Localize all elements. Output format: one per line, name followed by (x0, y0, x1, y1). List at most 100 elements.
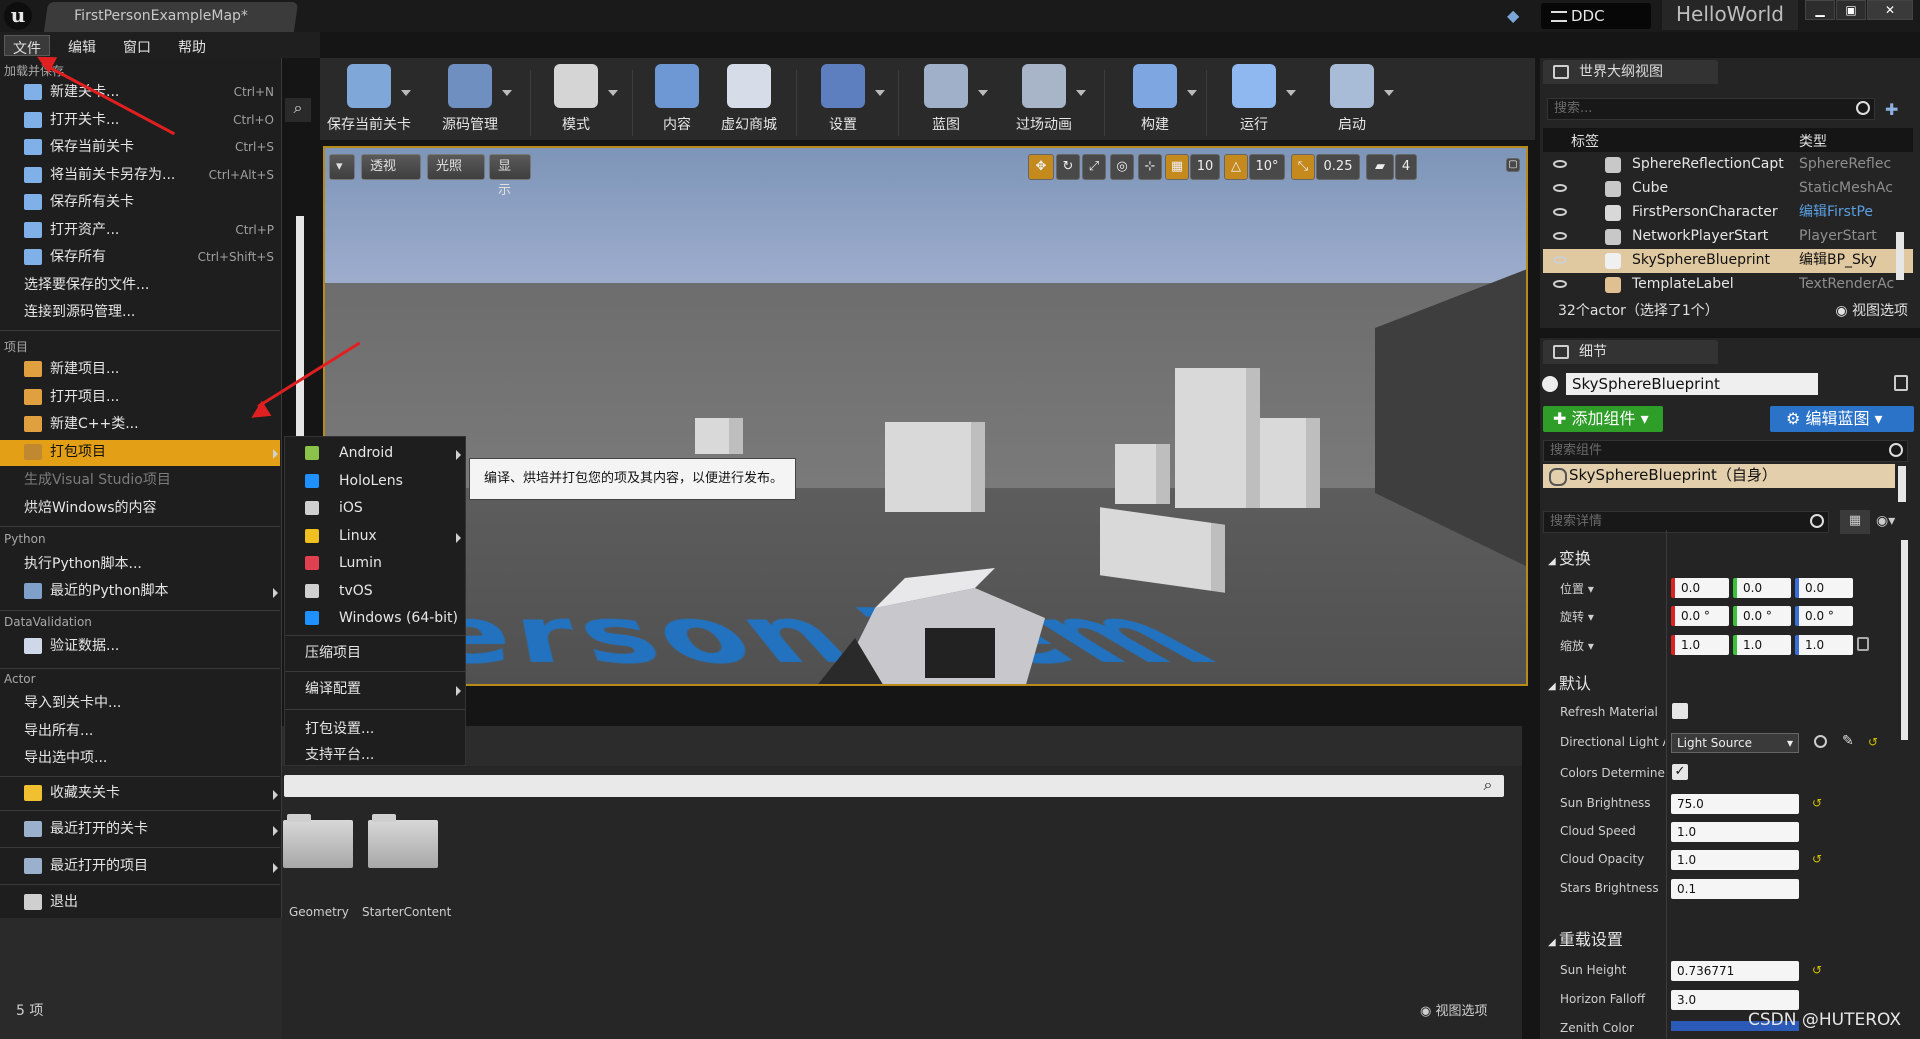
menu-edit[interactable]: 编辑 (60, 35, 104, 56)
menu-item[interactable]: 最近的Python脚本 (0, 579, 280, 605)
menu-item[interactable]: 打开资产... Ctrl+P (0, 218, 280, 244)
actor-name-input[interactable]: SkySphereBlueprint (1566, 373, 1818, 395)
menu-item-packaging-settings[interactable]: 打包设置... (285, 717, 465, 743)
maximize-viewport-icon[interactable]: ▢ (1506, 158, 1520, 172)
menu-item[interactable]: 保存当前关卡 Ctrl+S (0, 135, 280, 161)
property-number-field[interactable]: 1.0 (1671, 850, 1799, 870)
level-viewport[interactable]: Person Tem ▾ 透视 光照 显示 ✥ ↻ ⤢ ◎ ⊹ ▦ 10 △ 1… (323, 146, 1528, 686)
menu-item[interactable]: 退出 (0, 890, 280, 916)
scale-tool-icon[interactable]: ⤢ (1082, 154, 1106, 180)
platform-hololens[interactable]: HoloLens (285, 469, 465, 495)
minimize-button[interactable]: ▁ (1805, 0, 1835, 20)
menu-item[interactable]: 最近打开的关卡 (0, 817, 280, 843)
reset-to-default-icon[interactable]: ↺ (1812, 964, 1822, 976)
menu-item[interactable]: 保存所有关卡 (0, 190, 280, 216)
eye-icon[interactable] (1553, 160, 1567, 168)
scale-snap-icon[interactable]: ⤡ (1291, 154, 1315, 180)
viewport-options-button[interactable]: ▾ (329, 154, 355, 180)
details-column-divider[interactable] (1666, 530, 1667, 1039)
scrollbar[interactable] (296, 216, 304, 436)
property-number-field[interactable]: 1.0 (1671, 822, 1799, 842)
property-checkbox[interactable]: ✓ (1672, 764, 1688, 780)
search-components-input[interactable]: 搜索组件 (1543, 440, 1908, 462)
eye-icon[interactable] (1553, 256, 1567, 264)
level-tab[interactable]: FirstPersonExampleMap* (43, 2, 299, 32)
menu-window[interactable]: 窗口 (115, 35, 159, 56)
content-view-options-button[interactable]: ◉ 视图选项 (1420, 1000, 1488, 1019)
column-type[interactable]: 类型 (1799, 131, 1827, 151)
rotate-tool-icon[interactable]: ↻ (1056, 154, 1080, 180)
scene-cube[interactable] (1115, 444, 1170, 504)
chevron-down-icon[interactable] (978, 90, 988, 96)
add-component-button[interactable]: ✚ 添加组件 ▾ (1543, 406, 1663, 432)
transform-location-z-field[interactable]: 0.0 (1795, 578, 1853, 598)
outliner-row[interactable]: NetworkPlayerStart PlayerStart (1543, 225, 1913, 249)
perspective-button[interactable]: 透视 (361, 154, 421, 180)
toolbar-button[interactable]: 过场动画 (1000, 64, 1088, 142)
chevron-down-icon[interactable] (1076, 90, 1086, 96)
menu-item[interactable]: 导出选中项... (0, 746, 280, 772)
transform-rotation-z-field[interactable]: 0.0 ° (1795, 606, 1853, 626)
search-icon[interactable]: ⌕ (285, 98, 311, 122)
menu-item[interactable]: 新建关卡... Ctrl+N (0, 80, 280, 106)
category-header[interactable]: ◢ 重载设置 (1548, 926, 1623, 950)
scene-cube[interactable] (1175, 368, 1260, 508)
rotation-snap-value[interactable]: 10° (1249, 154, 1285, 180)
tab-details[interactable]: 细节 (1543, 340, 1718, 364)
edit-blueprint-link[interactable]: 编辑FirstPe (1799, 201, 1913, 223)
toolbar-button[interactable]: 启动 (1308, 64, 1396, 142)
outliner-row[interactable]: FirstPersonCharacter 编辑FirstPe (1543, 201, 1913, 225)
camera-speed-value[interactable]: 4 (1395, 154, 1417, 180)
scrollbar[interactable] (1896, 232, 1904, 280)
grid-snap-icon[interactable]: ▦ (1165, 154, 1189, 180)
scene-cube[interactable] (695, 418, 743, 454)
source-control-status-icon[interactable]: ◆ (1507, 6, 1531, 26)
outliner-row[interactable]: SphereReflectionCapt SphereReflec (1543, 153, 1913, 177)
component-self[interactable]: SkySphereBlueprint（自身） (1543, 464, 1895, 488)
property-number-field[interactable]: 0.1 (1671, 879, 1799, 899)
world-local-icon[interactable]: ◎ (1110, 154, 1134, 180)
scrollbar[interactable] (1901, 540, 1908, 740)
eye-icon[interactable] (1553, 184, 1567, 192)
rotation-snap-icon[interactable]: △ (1224, 154, 1248, 180)
property-number-field[interactable]: 3.0 (1671, 990, 1799, 1010)
property-number-field[interactable]: 0.736771 (1671, 961, 1799, 981)
menu-item[interactable]: 打开关卡... Ctrl+O (0, 108, 280, 134)
scale-snap-value[interactable]: 0.25 (1316, 154, 1360, 180)
show-button[interactable]: 显示 (489, 154, 531, 198)
transform-scale-label[interactable]: 缩放 ▾ (1560, 637, 1665, 654)
platform-windows-64-bit-[interactable]: Windows (64-bit) (285, 606, 465, 632)
browse-icon[interactable] (1814, 735, 1827, 748)
outliner-view-options-button[interactable]: ◉ 视图选项 (1835, 300, 1908, 320)
transform-rotation-x-field[interactable]: 0.0 ° (1671, 606, 1729, 626)
transform-scale-z-field[interactable]: 1.0 (1795, 635, 1853, 655)
menu-item[interactable]: 最近打开的项目 (0, 854, 280, 880)
eye-icon[interactable] (1553, 232, 1567, 240)
transform-rotation-y-field[interactable]: 0.0 ° (1733, 606, 1791, 626)
transform-scale-y-field[interactable]: 1.0 (1733, 635, 1791, 655)
chevron-down-icon[interactable] (502, 90, 512, 96)
menu-item[interactable]: 新建项目... (0, 357, 280, 383)
menu-item[interactable]: 执行Python脚本... (0, 552, 280, 578)
chevron-down-icon[interactable] (401, 90, 411, 96)
search-icon[interactable]: ⌕ (1477, 775, 1499, 797)
menu-item-build-config[interactable]: 编译配置 (285, 677, 465, 703)
folder-icon[interactable] (283, 814, 353, 868)
reset-to-default-icon[interactable]: ↺ (1812, 797, 1822, 809)
toolbar-button[interactable]: 构建 (1111, 64, 1199, 142)
platform-tvos[interactable]: tvOS (285, 579, 465, 605)
surface-snap-icon[interactable]: ⊹ (1138, 154, 1162, 180)
chevron-down-icon[interactable] (1286, 90, 1296, 96)
content-browser-search-input[interactable] (284, 775, 1504, 797)
edit-blueprint-button[interactable]: ⚙ 编辑蓝图 ▾ (1770, 406, 1914, 432)
menu-item-supported-platforms[interactable]: 支持平台... (285, 743, 465, 769)
outliner-row[interactable]: SkySphereBlueprint 编辑BP_Sky (1543, 249, 1913, 273)
transform-rotation-label[interactable]: 旋转 ▾ (1560, 608, 1665, 625)
chevron-down-icon[interactable] (608, 90, 618, 96)
scene-cube[interactable] (1260, 418, 1320, 508)
toolbar-button[interactable]: 运行 (1210, 64, 1298, 142)
reset-to-default-icon[interactable]: ↺ (1868, 736, 1878, 748)
light-source-select[interactable]: Light Source ▾ (1671, 733, 1799, 753)
chevron-down-icon[interactable] (1187, 90, 1197, 96)
menu-item[interactable]: 导出所有... (0, 719, 280, 745)
